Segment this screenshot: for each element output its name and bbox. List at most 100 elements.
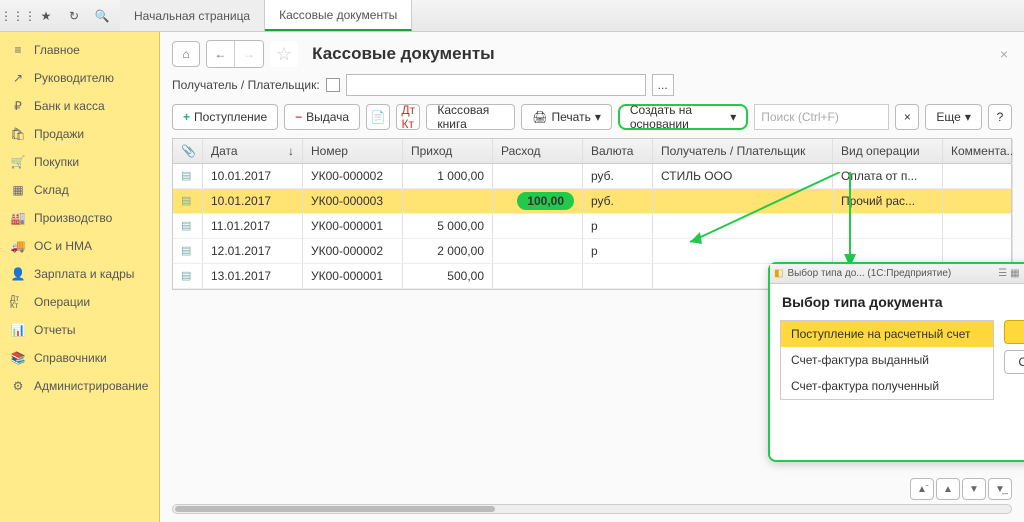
ruble-icon: ₽ [10,98,26,114]
ok-button[interactable]: ОК [1004,320,1024,344]
tool-icon[interactable]: ☰ [998,268,1007,279]
col-attach[interactable]: 📎 [173,139,203,163]
content-area: ⌂ ← → ☆ Кассовые документы × Получатель … [160,32,1024,522]
col-comment[interactable]: Коммента... [943,139,1013,163]
col-income[interactable]: Приход [403,139,493,163]
dtkt-icon: Дт Кт [10,294,26,310]
favorite-icon[interactable]: ☆ [270,41,298,67]
printer-icon: 🖨 [532,110,547,124]
cashbook-button[interactable]: Кассовая книга [426,104,515,130]
first-row-button[interactable]: ▲̄ [910,478,934,500]
apps-icon[interactable]: ⋮⋮⋮ [6,4,30,28]
cell-currency: р [583,214,653,238]
table-row[interactable]: ▤10.01.2017УК00-000003100,00руб.Прочий р… [173,189,1011,214]
sidebar-item-label: Банк и касса [34,99,105,113]
doc-type-popup: ◧ Выбор типа до... (1С:Предприятие) ☰ ▦ … [768,262,1024,462]
cart-icon: 🛒 [10,154,26,170]
tab-cash-documents[interactable]: Кассовые документы [265,0,412,31]
sidebar-item-main[interactable]: ≡Главное [0,36,159,64]
filter-checkbox[interactable] [326,78,340,92]
post-button[interactable]: ДтКт [396,104,420,130]
chart-icon: ↗ [10,70,26,86]
last-row-button[interactable]: ▼̲ [988,478,1012,500]
popup-window-title: Выбор типа до... (1С:Предприятие) [787,268,951,279]
calc-icon[interactable]: ▦ [1010,268,1019,279]
close-icon[interactable]: × [996,42,1012,66]
cell-expense [493,239,583,263]
table-row[interactable]: ▤10.01.2017УК00-0000021 000,00руб.СТИЛЬ … [173,164,1011,189]
next-row-button[interactable]: ▼ [962,478,986,500]
cell-expense [493,164,583,188]
clear-search-button[interactable]: × [895,104,919,130]
cell-date: 12.01.2017 [203,239,303,263]
cell-payer [653,239,833,263]
cell-comment [943,239,1013,263]
grid-icon: ▦ [10,182,26,198]
cell-income: 5 000,00 [403,214,493,238]
doc-status-icon: ▤ [173,264,203,288]
sidebar-item-sales[interactable]: 🛍Продажи [0,120,159,148]
col-date[interactable]: Дата↓ [203,139,303,163]
print-button[interactable]: 🖨Печать▾ [521,104,612,130]
sidebar-item-warehouse[interactable]: ▦Склад [0,176,159,204]
topbar: ⋮⋮⋮ ★ ↻ 🔍 Начальная страница Кассовые до… [0,0,1024,32]
table-row[interactable]: ▤12.01.2017УК00-0000022 000,00р [173,239,1011,264]
sidebar-item-payroll[interactable]: 👤Зарплата и кадры [0,260,159,288]
scrollbar-thumb[interactable] [175,506,495,512]
truck-icon: 🚚 [10,238,26,254]
help-button[interactable]: ? [988,104,1012,130]
filter-select-button[interactable]: ... [652,74,674,96]
filter-input[interactable] [346,74,646,96]
cell-number: УК00-000003 [303,189,403,213]
cell-income [403,189,493,213]
doc-type-item[interactable]: Счет-фактура полученный [781,373,993,399]
search-input[interactable]: Поиск (Ctrl+F) [754,104,889,130]
doc-type-item[interactable]: Поступление на расчетный счет [781,321,993,347]
cell-comment [943,164,1013,188]
sidebar-item-operations[interactable]: Дт КтОперации [0,288,159,316]
plus-icon: + [183,110,190,124]
sidebar-item-production[interactable]: 🏭Производство [0,204,159,232]
copy-button[interactable]: 📄 [366,104,390,130]
search-icon[interactable]: 🔍 [90,4,114,28]
cell-comment [943,214,1013,238]
expense-highlight: 100,00 [517,192,574,210]
cancel-button[interactable]: Отмена [1004,350,1024,374]
col-number[interactable]: Номер [303,139,403,163]
doc-type-item[interactable]: Счет-фактура выданный [781,347,993,373]
col-optype[interactable]: Вид операции [833,139,943,163]
sidebar-item-purchases[interactable]: 🛒Покупки [0,148,159,176]
sidebar-item-manager[interactable]: ↗Руководителю [0,64,159,92]
table-row[interactable]: ▤11.01.2017УК00-0000015 000,00р [173,214,1011,239]
horizontal-scrollbar[interactable] [172,504,1012,514]
cell-optype [833,214,943,238]
cell-optype [833,239,943,263]
col-expense[interactable]: Расход [493,139,583,163]
back-button[interactable]: ← [207,41,235,67]
tab-start-page[interactable]: Начальная страница [120,0,265,31]
issue-button[interactable]: −Выдача [284,104,360,130]
popup-titlebar[interactable]: ◧ Выбор типа до... (1С:Предприятие) ☰ ▦ … [770,264,1024,284]
sort-asc-icon: ↓ [288,144,294,158]
history-icon[interactable]: ↻ [62,4,86,28]
page-title: Кассовые документы [312,44,495,64]
create-based-on-button[interactable]: Создать на основании▾ [618,104,748,130]
sidebar-item-references[interactable]: 📚Справочники [0,344,159,372]
col-currency[interactable]: Валюта [583,139,653,163]
bag-icon: 🛍 [10,126,26,142]
sidebar-item-assets[interactable]: 🚚ОС и НМА [0,232,159,260]
receipt-button[interactable]: +Поступление [172,104,278,130]
sidebar-item-admin[interactable]: ⚙Администрирование [0,372,159,400]
cell-number: УК00-000001 [303,264,403,288]
more-button[interactable]: Еще▾ [925,104,981,130]
print-label: Печать [552,110,591,124]
sidebar-item-bank[interactable]: ₽ Банк и касса [0,92,159,120]
cell-date: 13.01.2017 [203,264,303,288]
star-icon[interactable]: ★ [34,4,58,28]
col-payer[interactable]: Получатель / Плательщик [653,139,833,163]
gear-icon: ⚙ [10,378,26,394]
sidebar-item-reports[interactable]: 📊Отчеты [0,316,159,344]
home-button[interactable]: ⌂ [172,41,200,67]
cell-date: 10.01.2017 [203,164,303,188]
prev-row-button[interactable]: ▲ [936,478,960,500]
